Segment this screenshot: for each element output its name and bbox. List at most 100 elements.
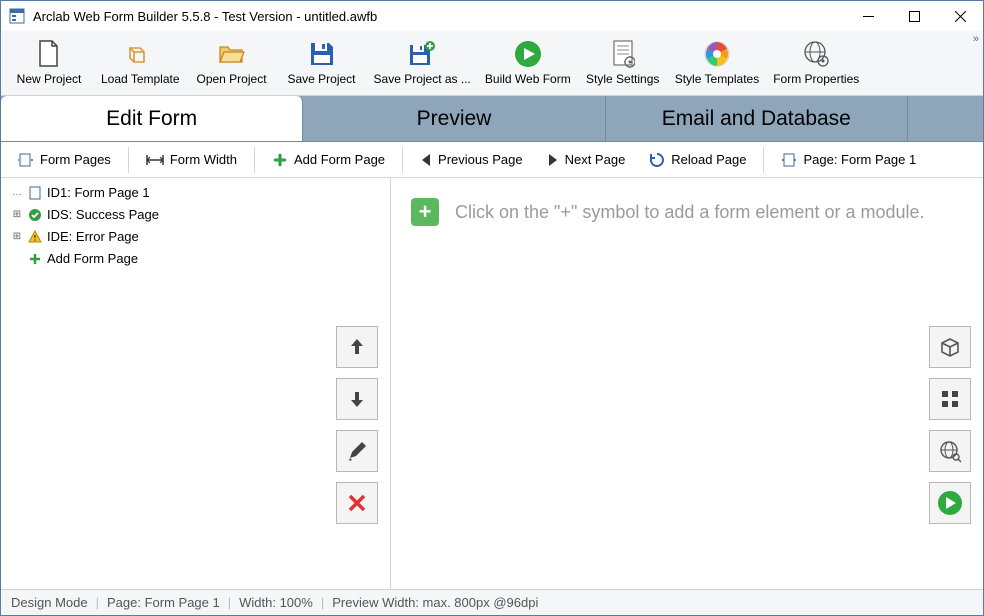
move-up-button[interactable] xyxy=(336,326,378,368)
toolbar-label: Open Project xyxy=(196,72,266,86)
plus-icon xyxy=(27,251,43,267)
tree-actions xyxy=(336,326,378,524)
module-button[interactable] xyxy=(929,326,971,368)
reload-page-button[interactable]: Reload Page xyxy=(638,145,757,175)
maximize-button[interactable] xyxy=(891,1,937,31)
tree-label: IDS: Success Page xyxy=(47,205,159,225)
grid-button[interactable] xyxy=(929,378,971,420)
toolbar-label: Save Project xyxy=(287,72,355,86)
toolbar-label: Form Properties xyxy=(773,72,859,86)
tree-item-form-page[interactable]: … ID1: Form Page 1 xyxy=(1,182,390,204)
width-icon xyxy=(146,154,164,166)
play-circle-icon xyxy=(514,40,542,68)
tab-label: Email and Database xyxy=(662,107,851,131)
form-pages-button[interactable]: Form Pages xyxy=(7,145,122,175)
open-project-button[interactable]: Open Project xyxy=(187,33,277,93)
build-button[interactable]: Build Web Form xyxy=(478,33,578,93)
canvas: + Click on the "+" symbol to add a form … xyxy=(391,178,983,589)
page-indicator[interactable]: Page: Form Page 1 xyxy=(770,145,927,175)
success-icon xyxy=(27,207,43,223)
window-title: Arclab Web Form Builder 5.5.8 - Test Ver… xyxy=(33,9,845,24)
tab-email-database[interactable]: Email and Database xyxy=(606,96,908,141)
hint-text: Click on the "+" symbol to add a form el… xyxy=(455,202,925,223)
canvas-actions xyxy=(929,326,971,524)
status-mode: Design Mode xyxy=(11,595,88,610)
save-icon xyxy=(308,40,336,68)
run-button[interactable] xyxy=(929,482,971,524)
move-down-button[interactable] xyxy=(336,378,378,420)
status-bar: Design Mode | Page: Form Page 1 | Width:… xyxy=(1,589,983,615)
previous-page-button[interactable]: Previous Page xyxy=(409,145,534,175)
tree-expander[interactable]: ⊞ xyxy=(11,227,23,247)
status-page: Page: Form Page 1 xyxy=(107,595,220,610)
plus-icon xyxy=(272,152,288,168)
divider xyxy=(254,147,255,173)
sub-label: Reload Page xyxy=(671,152,746,167)
close-button[interactable] xyxy=(937,1,983,31)
toolbar-label: Build Web Form xyxy=(485,72,571,86)
save-project-button[interactable]: Save Project xyxy=(277,33,367,93)
minimize-button[interactable] xyxy=(845,1,891,31)
sub-toolbar: Form Pages Form Width Add Form Page Prev… xyxy=(1,142,983,178)
next-page-button[interactable]: Next Page xyxy=(536,145,637,175)
save-as-button[interactable]: Save Project as ... xyxy=(367,33,478,93)
sub-label: Next Page xyxy=(565,152,626,167)
toolbar-label: New Project xyxy=(17,72,82,86)
tree-item-add-page[interactable]: Add Form Page xyxy=(1,248,390,270)
style-settings-button[interactable]: Style Settings xyxy=(578,33,668,93)
tab-spacer xyxy=(908,96,983,141)
main-area: … ID1: Form Page 1 ⊞ IDS: Success Page ⊞… xyxy=(1,178,983,589)
title-bar: Arclab Web Form Builder 5.5.8 - Test Ver… xyxy=(1,1,983,31)
tab-preview[interactable]: Preview xyxy=(303,96,605,141)
separator: | xyxy=(321,595,324,610)
tree-item-success-page[interactable]: ⊞ IDS: Success Page xyxy=(1,204,390,226)
sub-label: Add Form Page xyxy=(294,152,385,167)
template-icon xyxy=(126,40,154,68)
sub-label: Form Pages xyxy=(40,152,111,167)
tree-label: IDE: Error Page xyxy=(47,227,139,247)
arrow-left-icon xyxy=(420,153,432,167)
tree-item-error-page[interactable]: ⊞ IDE: Error Page xyxy=(1,226,390,248)
main-tabs: Edit Form Preview Email and Database xyxy=(1,96,983,142)
tree-label: Add Form Page xyxy=(47,249,138,269)
sub-label: Form Width xyxy=(170,152,237,167)
tree-expander[interactable]: ⊞ xyxy=(11,205,23,225)
tree-label: ID1: Form Page 1 xyxy=(47,183,150,203)
page-tree: … ID1: Form Page 1 ⊞ IDS: Success Page ⊞… xyxy=(1,178,391,589)
new-file-icon xyxy=(35,40,63,68)
globe-search-button[interactable] xyxy=(929,430,971,472)
tab-edit-form[interactable]: Edit Form xyxy=(1,96,303,141)
form-width-button[interactable]: Form Width xyxy=(135,145,248,175)
sub-label: Page: Form Page 1 xyxy=(803,152,916,167)
app-icon xyxy=(9,8,25,24)
page-icon xyxy=(781,152,797,168)
color-wheel-icon xyxy=(703,40,731,68)
toolbar-overflow-icon[interactable]: » xyxy=(973,33,979,45)
divider xyxy=(402,147,403,173)
delete-button[interactable] xyxy=(336,482,378,524)
save-as-icon xyxy=(408,40,436,68)
toolbar-label: Style Settings xyxy=(586,72,659,86)
status-width: Width: 100% xyxy=(239,595,313,610)
tab-label: Preview xyxy=(417,107,492,131)
reload-icon xyxy=(649,152,665,168)
style-settings-icon xyxy=(609,40,637,68)
window-controls xyxy=(845,1,983,31)
add-element-button[interactable]: + xyxy=(411,198,439,226)
add-form-page-button[interactable]: Add Form Page xyxy=(261,145,396,175)
toolbar-label: Load Template xyxy=(101,72,180,86)
main-toolbar: New Project Load Template Open Project S… xyxy=(1,31,983,96)
new-project-button[interactable]: New Project xyxy=(4,33,94,93)
pages-icon xyxy=(18,152,34,168)
edit-button[interactable] xyxy=(336,430,378,472)
form-properties-button[interactable]: Form Properties xyxy=(766,33,866,93)
globe-gear-icon xyxy=(802,40,830,68)
arrow-right-icon xyxy=(547,153,559,167)
divider xyxy=(763,147,764,173)
warning-icon xyxy=(27,229,43,245)
load-template-button[interactable]: Load Template xyxy=(94,33,187,93)
divider xyxy=(128,147,129,173)
tree-expander: … xyxy=(11,183,23,203)
style-templates-button[interactable]: Style Templates xyxy=(668,33,767,93)
page-icon xyxy=(27,185,43,201)
